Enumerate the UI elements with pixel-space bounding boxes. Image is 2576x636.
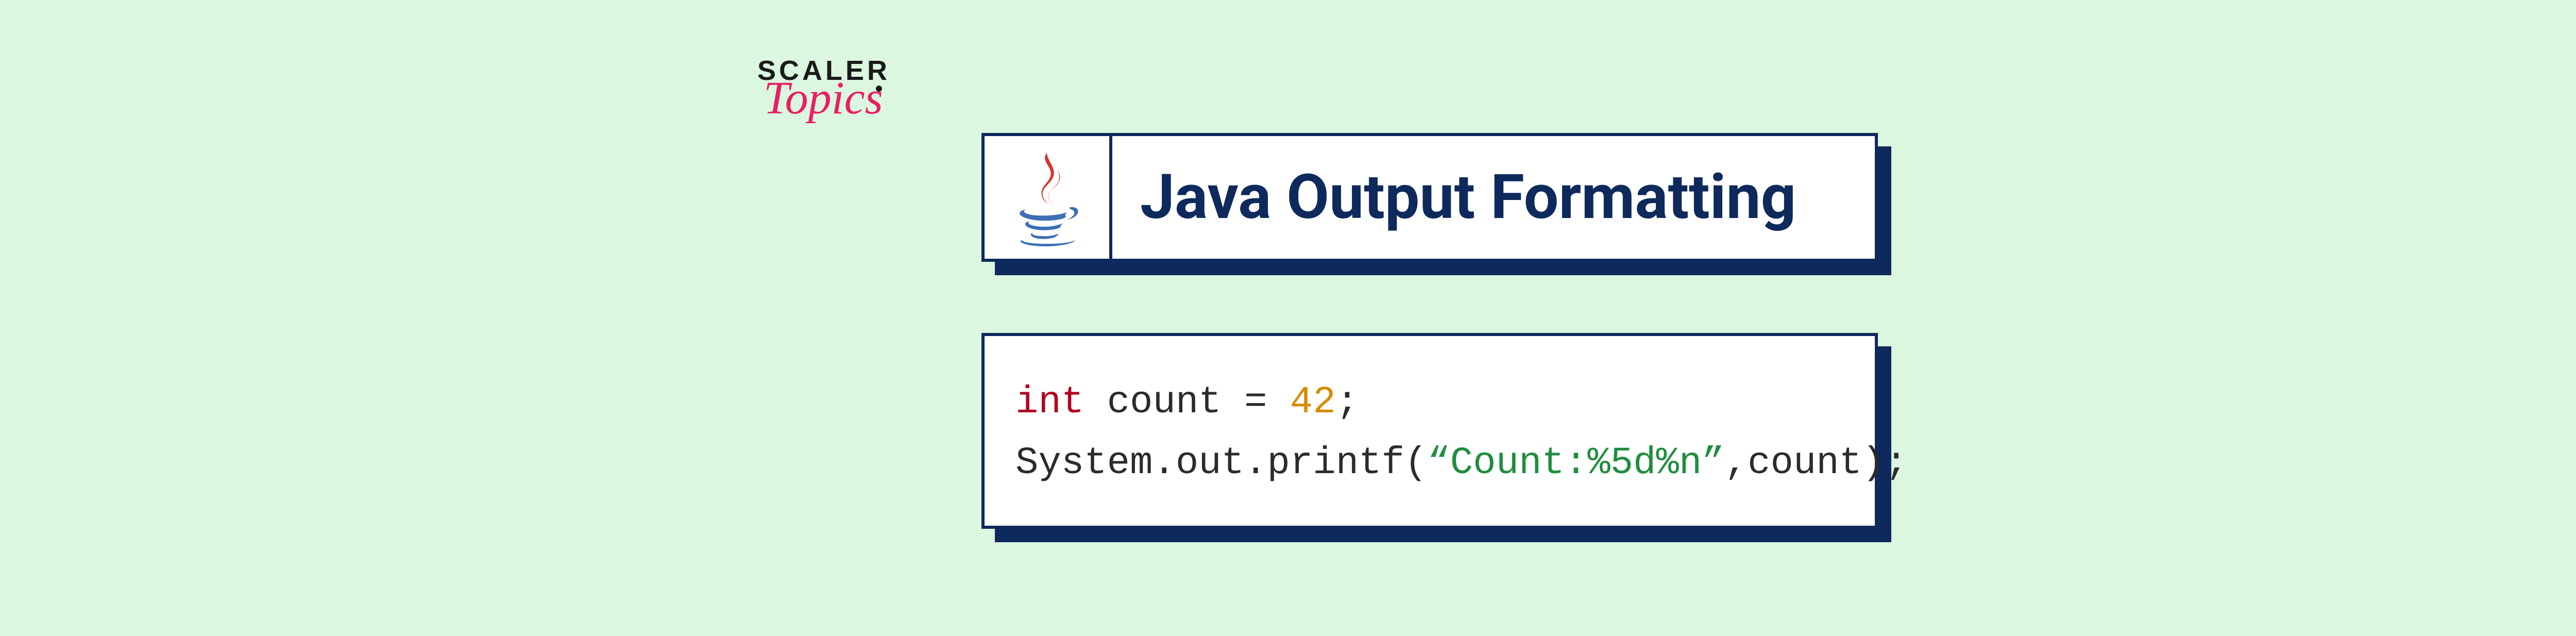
code-keyword: int: [1015, 381, 1084, 424]
scaler-topics-logo: SCALER Topics: [757, 57, 890, 122]
code-text: count =: [1084, 381, 1290, 424]
code-text: System.out.printf(: [1015, 442, 1427, 485]
title-text-cell: Java Output Formatting: [1112, 136, 1875, 259]
java-icon-cell: [985, 136, 1112, 259]
code-number: 42: [1290, 381, 1336, 424]
code-string: “Count:%5d%n”: [1427, 442, 1724, 485]
java-logo-icon: [1003, 146, 1091, 249]
code-card: int count = 42; System.out.printf(“Count…: [981, 333, 1878, 529]
code-text: ;: [1336, 381, 1359, 424]
code-line-1: int count = 42;: [1015, 372, 1844, 433]
title-card-body: Java Output Formatting: [981, 133, 1878, 262]
logo-line2: Topics: [764, 75, 896, 122]
page-title: Java Output Formatting: [1140, 161, 1796, 233]
title-card: Java Output Formatting: [981, 133, 1878, 262]
code-block: int count = 42; System.out.printf(“Count…: [981, 333, 1878, 529]
code-text: ,count);: [1725, 442, 1908, 485]
code-line-2: System.out.printf(“Count:%5d%n”,count);: [1015, 433, 1844, 494]
